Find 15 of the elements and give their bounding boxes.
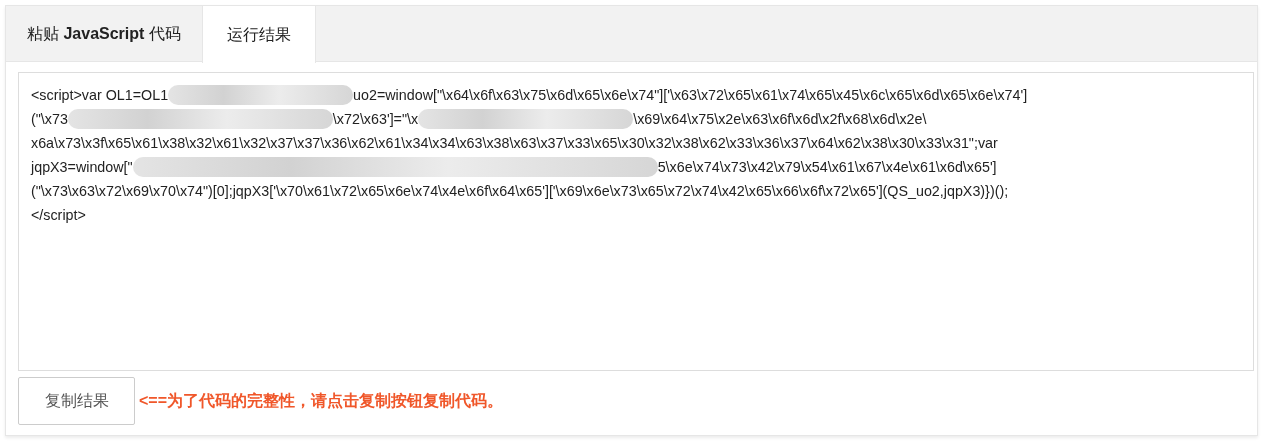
code-text: uo2=window["\x64\x6f\x63\x75\x6d\x65\x6e\x74"]['\x63\x72\x65\x61\x74\x65\x45\x6c\x65\x6d\x65\x6e\x74'] [353, 86, 1028, 105]
code-output-area[interactable] [18, 72, 1254, 371]
tab[interactable]: 运行结果 [201, 6, 316, 63]
code-text: \x69\x64\x75\x2e\x63\x6f\x6d\x2f\x68\x6d\x2e\ [633, 110, 927, 129]
hint-text: <==为了代码的完整性，请点击复制按钮复制代码。 [139, 391, 504, 411]
code-text: </script> [31, 206, 86, 225]
code-text: ("\x73 [31, 110, 68, 129]
tab[interactable]: 粘贴 JavaScript 代码 [6, 6, 202, 62]
code-text: jqpX3=window[" [31, 158, 133, 177]
code-text: x6a\x73\x3f\x65\x61\x38\x32\x61\x32\x37\x37\x36\x62\x61\x34\x34\x63\x38\x63\x37\x33\x65\x30\x32\x38\x62\x33\x36\x37\x64\x62\x38\x30\x33\x31";var [31, 134, 998, 153]
copy-result-button[interactable]: 复制结果 [18, 377, 135, 425]
code-text: <script>var OL1=OL1 [31, 86, 169, 105]
code-text: ("\x73\x63\x72\x69\x70\x74")[0];jqpX3['\x70\x61\x72\x65\x6e\x74\x4e\x6f\x64\x65']['\x69\x6e\x73\x65\x72\x74\x42\x65\x66\x6f\x72\x65'](QS_uo2,jqpX3)})(); [31, 182, 1009, 201]
code-text: \x72\x63']="\x [332, 110, 419, 129]
code-text: 5\x6e\x74\x73\x42\x79\x54\x61\x67\x4e\x61\x6d\x65'] [657, 158, 997, 177]
